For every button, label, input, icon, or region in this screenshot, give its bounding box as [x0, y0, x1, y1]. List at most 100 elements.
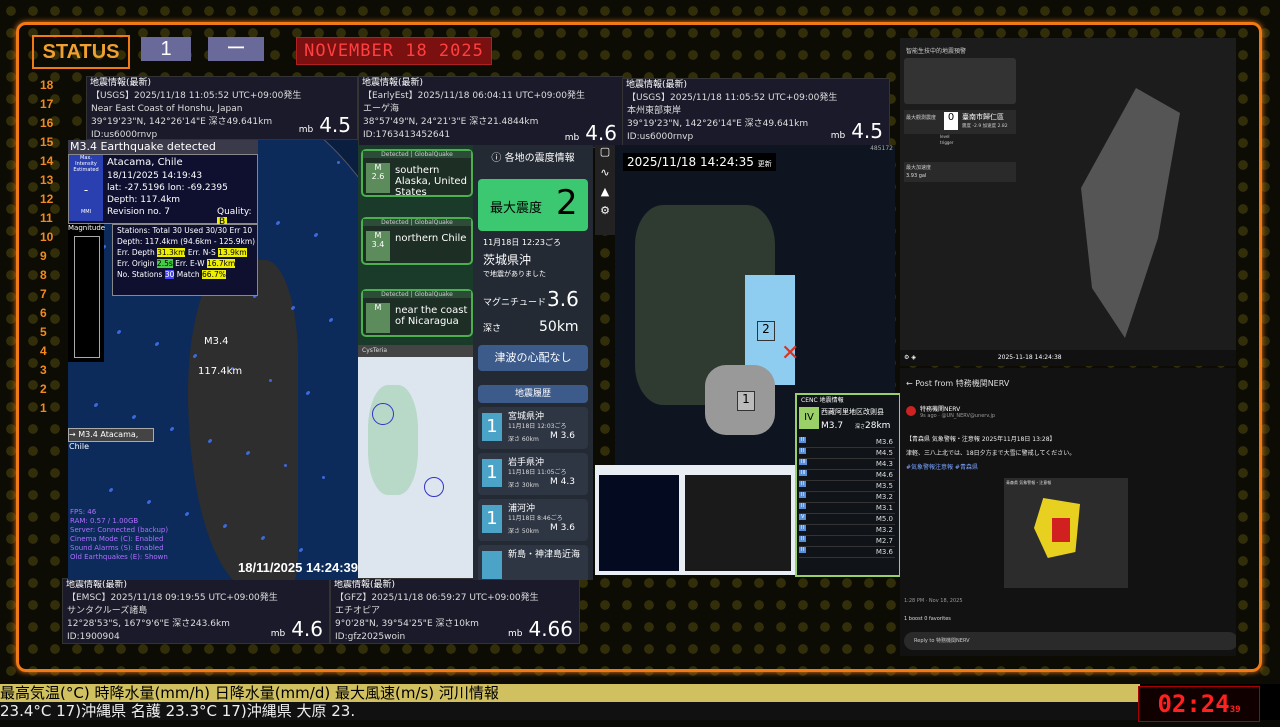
cenc-row[interactable]: II M2.7 — [799, 536, 895, 547]
cenc-row[interactable]: V M5.0 — [799, 514, 895, 525]
post-body: 【青森県 気象警報・注意報 2025年11月18日 13:28】 — [906, 436, 1056, 443]
status-label: STATUS — [32, 35, 130, 69]
cenc-row[interactable]: II M3.2 — [799, 492, 895, 503]
scale-tick: 10 — [40, 230, 54, 244]
station-dot — [284, 464, 287, 467]
stats-overlay: FPS: 46 RAM: 0.57 / 1.00GB Server: Conne… — [70, 508, 168, 562]
int-marker: 2 — [757, 321, 775, 341]
station-dot — [314, 234, 317, 237]
depth-label: 深さ — [855, 424, 866, 430]
history-time: 11月18日 12:03ごろ — [508, 423, 567, 430]
scale-tick: 9 — [40, 249, 47, 263]
scale-tick: 1 — [40, 401, 47, 415]
tw-detail: 震度 -2.9 加速度 2.82 — [962, 124, 1008, 129]
cenc-row[interactable]: II M3.5 — [799, 481, 895, 492]
ticker-line-2: 23.4°C 17)沖縄県 名護 23.3°C 17)沖縄県 大原 23. — [0, 702, 1140, 720]
cenc-depth: 深さ28km — [855, 421, 890, 431]
nerv-header-text: 各地の震度情報 — [504, 153, 575, 164]
cysteria-map[interactable]: CysTeria — [358, 345, 473, 578]
map-timestamp: 2025/11/18 14:24:35 — [627, 155, 754, 169]
value: 2.5s — [156, 259, 173, 268]
cenc-row[interactable]: II M4.5 — [799, 448, 895, 459]
cenc-row[interactable]: III M4.3 — [799, 459, 895, 470]
map-mag-label: M3.4 — [204, 336, 229, 347]
card-label: Detected | GlobalQuake — [363, 291, 471, 298]
cenc-row[interactable]: II M3.2 — [799, 525, 895, 536]
date-display: NOVEMBER 18 2025 — [296, 37, 492, 65]
quake-ring-icon — [372, 403, 394, 425]
cenc-row[interactable]: II M3.6 — [799, 437, 895, 448]
cenc-row[interactable]: III M4.6 — [799, 470, 895, 481]
tw-pga: 3.93 gal — [906, 173, 927, 179]
eq-box-head: 地震情報(最新) — [626, 80, 688, 90]
eq-mag: mb 4.5 — [299, 115, 351, 137]
tw-pga-card: 最大加速度 3.93 gal — [904, 162, 1016, 182]
scale-tick: 8 — [40, 268, 47, 282]
cenc-row-mag: M3.1 — [875, 504, 893, 512]
cenc-row-mag: M3.2 — [875, 526, 893, 534]
eq-mag: mb 4.6 — [565, 123, 617, 145]
cenc-row-int: II — [799, 481, 806, 487]
wave-icon[interactable]: ∿ — [595, 166, 615, 179]
history-item[interactable]: 1 岩手県沖 11月18日 11:05ごろ 深さ 30km M 4.3 — [478, 453, 588, 495]
mag-label: mb — [830, 131, 846, 141]
taiwan-eew-panel: 智能生技中的地震預警 最大觀測震度 0 臺南市歸仁區 震度 -2.9 加速度 2… — [900, 38, 1236, 366]
scale-tick: 4 — [40, 344, 47, 358]
int-marker: 1 — [737, 391, 755, 411]
gear-icon[interactable]: ⚙ — [904, 354, 909, 361]
err-row-2: Err. Origin 2.5s Err. E-W 16.7km — [113, 258, 257, 269]
eq-line: 本州東部東岸 — [627, 106, 682, 116]
eq-mag: mb 4.5 — [830, 121, 883, 143]
eq-info-box-3: 地震情報(最新) 【USGS】2025/11/18 11:05:52 UTC+0… — [622, 78, 890, 146]
epicenter-icon: ✕ — [781, 341, 800, 366]
mag-value: 4.5 — [851, 119, 883, 143]
cenc-row-mag: M3.2 — [875, 493, 893, 501]
station-dot — [269, 379, 272, 382]
station-dot — [94, 404, 97, 407]
cenc-row[interactable]: II M3.6 — [799, 547, 895, 558]
quality-label: Quality: — [217, 207, 252, 217]
history-int: 1 — [482, 413, 502, 441]
gear-icon[interactable]: ⚙ — [595, 204, 615, 217]
cenc-row-int: II — [799, 503, 806, 509]
clock: 02:2439 — [1138, 686, 1260, 722]
station-dot — [322, 476, 325, 479]
reply-input[interactable]: Reply to 特務機関NERV — [904, 632, 1236, 650]
back-arrow-icon[interactable]: ← — [906, 379, 915, 388]
scale-tick: 18 — [40, 78, 54, 92]
shield-icon[interactable]: ▢ — [595, 145, 615, 158]
label: Match — [176, 270, 200, 279]
post-header-text: Post from 特務機関NERV — [915, 379, 1010, 388]
gq-card[interactable]: Detected | GlobalQuake M 3.4 northern Chi… — [361, 217, 473, 265]
history-item[interactable]: 新島・神津島近海 — [478, 545, 588, 580]
ticker-line-1: 最高気温(°C) 時降水量(mm/h) 日降水量(mm/d) 最大風速(m/s)… — [0, 684, 1140, 702]
nied-map[interactable] — [595, 465, 795, 575]
card-place: southern Alaska, United States — [395, 165, 467, 198]
map-icon[interactable]: ◈ — [911, 354, 916, 361]
cenc-list: II M3.6 II M4.5 III M4.3 III M4.6 II M3.5 II M3.2 II… — [799, 437, 895, 558]
post-account[interactable]: 特務機関NERV — [920, 404, 960, 413]
avatar[interactable] — [906, 406, 916, 416]
post-image[interactable]: 青森県 気象警報・注意報 — [1004, 478, 1128, 588]
gq-card[interactable]: Detected | GlobalQuake M near the coast … — [361, 289, 473, 337]
warning-icon[interactable]: ▲ — [595, 185, 615, 198]
history-time: 11月18日 11:05ごろ — [508, 469, 567, 476]
event-tag[interactable]: → M3.4 Atacama, Chile — [68, 428, 154, 451]
cenc-row[interactable]: II M3.1 — [799, 503, 895, 514]
history-item[interactable]: 1 浦河沖 11月18日 8:46ごろ 深さ 50km M 3.6 — [478, 499, 588, 541]
cysteria-label: CysTeria — [358, 345, 473, 357]
scale-tick: 2 — [40, 382, 47, 396]
scale-tick: 15 — [40, 135, 54, 149]
stat-line: Cinema Mode (C): Enabled — [70, 535, 164, 543]
history-item[interactable]: 1 宮城県沖 11月18日 12:03ごろ 深さ 60km M 3.6 — [478, 407, 588, 449]
mag-value: 4.5 — [319, 113, 351, 137]
quake-time: 18/11/2025 14:19:43 — [107, 171, 203, 181]
eq-line: Near East Coast of Honshu, Japan — [91, 104, 243, 114]
post-tags[interactable]: #気象警報注意報 #青森県 — [906, 462, 978, 471]
scale-tick: 14 — [40, 154, 54, 168]
depth-range-text: Depth: 117.4km (94.6km - 125.9km) — [117, 237, 256, 246]
quake-latlon: lat: -27.5196 lon: -69.2395 — [107, 183, 228, 193]
gq-card[interactable]: Detected | GlobalQuake M 2.6 southern Ala… — [361, 149, 473, 198]
stat-line: RAM: 0.57 / 1.00GB — [70, 517, 139, 525]
mag-value: 4.6 — [291, 617, 323, 641]
